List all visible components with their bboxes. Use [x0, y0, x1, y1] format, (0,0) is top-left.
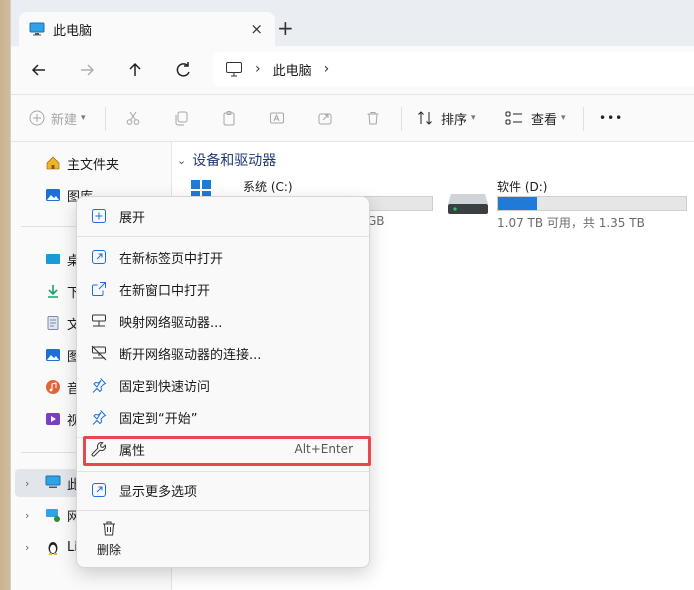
expand-plus-icon: [91, 208, 107, 224]
view-button[interactable]: 查看 ▾: [505, 107, 566, 129]
command-bar: 新建 ▾ 排序 ▾ 查看 ▾ •••: [11, 95, 694, 142]
up-button[interactable]: [123, 58, 147, 82]
forward-button[interactable]: [75, 58, 99, 82]
drive-usage-fill: [498, 197, 538, 210]
divider: [77, 471, 369, 472]
menu-item-expand[interactable]: 展开: [81, 202, 365, 230]
sidebar-item-home[interactable]: 主文件夹: [11, 149, 171, 177]
arrow-left-icon: [31, 64, 45, 76]
copy-icon: [175, 111, 188, 126]
menu-item-open-new-window[interactable]: 在新窗口中打开: [81, 275, 365, 303]
divider: [77, 510, 369, 511]
pin-icon: [91, 377, 107, 393]
menu-item-open-new-tab[interactable]: 在新标签页中打开: [81, 243, 365, 271]
address-segment-this-pc[interactable]: 此电脑: [273, 60, 312, 79]
drive-info: 1.07 TB 可用，共 1.35 TB: [497, 216, 645, 230]
delete-button[interactable]: 删除: [91, 519, 127, 561]
menu-item-disconnect-network-drive[interactable]: 断开网络驱动器的连接...: [81, 339, 365, 367]
arrow-right-icon: [81, 64, 95, 76]
copy-button[interactable]: [173, 107, 189, 129]
context-menu: 展开 在新标签页中打开 在新窗口中打开 映射网络驱动器... 断开网络驱动器的连…: [76, 196, 371, 568]
open-new-window-icon: [91, 281, 107, 297]
home-icon: [45, 155, 61, 171]
monitor-icon: [225, 61, 243, 77]
chevron-right-icon[interactable]: ›: [25, 541, 29, 554]
drive-name: 软件 (D:): [497, 180, 548, 194]
plus-circle-icon: [29, 110, 45, 126]
monitor-icon: [29, 22, 45, 36]
sort-icon: [418, 111, 432, 125]
sort-button[interactable]: 排序 ▾: [417, 107, 476, 129]
hard-drive-icon: [447, 192, 489, 216]
tab-this-pc[interactable]: 此电脑 ×: [19, 12, 275, 46]
drive-name: 系统 (C:): [243, 180, 293, 194]
menu-item-pin-quick-access[interactable]: 固定到快速访问: [81, 371, 365, 399]
music-icon: [45, 379, 61, 395]
tab-title: 此电脑: [53, 23, 93, 39]
menu-item-map-network-drive[interactable]: 映射网络驱动器...: [81, 307, 365, 335]
chevron-down-icon: ▾: [561, 113, 566, 123]
delete-button-toolbar[interactable]: [365, 107, 381, 129]
map-network-drive-icon: [91, 313, 107, 329]
devices-section-header[interactable]: ⌄ 设备和驱动器: [177, 150, 276, 170]
desktop-icon: [45, 251, 61, 267]
paste-button[interactable]: [221, 107, 237, 129]
network-icon: [45, 507, 61, 523]
rename-icon: [270, 112, 284, 124]
menu-item-pin-start[interactable]: 固定到“开始”: [81, 403, 365, 431]
chevron-right-icon[interactable]: ›: [324, 61, 330, 77]
chevron-right-icon[interactable]: ›: [25, 509, 29, 522]
drive-usage-bar: [497, 196, 687, 211]
refresh-button[interactable]: [171, 58, 195, 82]
pin-icon: [91, 409, 107, 425]
drive-d[interactable]: 软件 (D:) 1.07 TB 可用，共 1.35 TB: [445, 176, 694, 236]
clipboard-icon: [223, 111, 235, 126]
chevron-down-icon[interactable]: ⌄: [177, 154, 186, 167]
rename-button[interactable]: [269, 107, 285, 129]
divider: [77, 236, 369, 237]
document-icon: [45, 315, 61, 331]
chevron-down-icon: ▾: [81, 113, 86, 123]
divider: [401, 107, 402, 131]
share-button[interactable]: [317, 107, 333, 129]
scissors-icon: [126, 111, 140, 125]
monitor-icon: [45, 475, 61, 491]
disconnect-network-drive-icon: [91, 345, 107, 361]
close-tab-icon[interactable]: ×: [250, 20, 263, 38]
gallery-icon: [45, 187, 61, 203]
open-new-tab-icon: [91, 249, 107, 265]
cut-button[interactable]: [125, 107, 141, 129]
divider: [583, 107, 584, 131]
view-list-icon: [505, 111, 522, 125]
download-icon: [45, 283, 61, 299]
linux-penguin-icon: [45, 539, 61, 555]
menu-item-show-more-options[interactable]: 显示更多选项: [81, 476, 365, 504]
sort-label: 排序: [441, 112, 468, 128]
picture-icon: [45, 347, 61, 363]
address-bar[interactable]: › 此电脑 ›: [213, 52, 694, 86]
new-button[interactable]: 新建 ▾: [29, 107, 86, 129]
new-label: 新建: [51, 112, 78, 128]
trash-icon: [91, 519, 127, 537]
chevron-down-icon: ▾: [471, 113, 476, 123]
properties-highlight-box: [83, 436, 371, 466]
show-more-options-icon: [91, 482, 107, 498]
view-label: 查看: [531, 112, 558, 128]
divider: [105, 107, 106, 131]
refresh-icon: [176, 62, 190, 77]
video-icon: [45, 411, 61, 427]
tab-strip: 此电脑 × +: [11, 0, 694, 46]
chevron-right-icon[interactable]: ›: [25, 477, 29, 490]
trash-icon: [367, 112, 379, 125]
share-icon: [318, 113, 332, 125]
arrow-up-icon: [129, 62, 141, 76]
delete-label: 删除: [96, 543, 121, 557]
navigation-bar: › 此电脑 ›: [11, 46, 694, 95]
more-options-icon[interactable]: •••: [599, 107, 623, 129]
new-tab-button[interactable]: +: [277, 18, 294, 38]
section-title: 设备和驱动器: [192, 153, 277, 169]
chevron-right-icon[interactable]: ›: [255, 61, 261, 77]
back-button[interactable]: [27, 58, 51, 82]
